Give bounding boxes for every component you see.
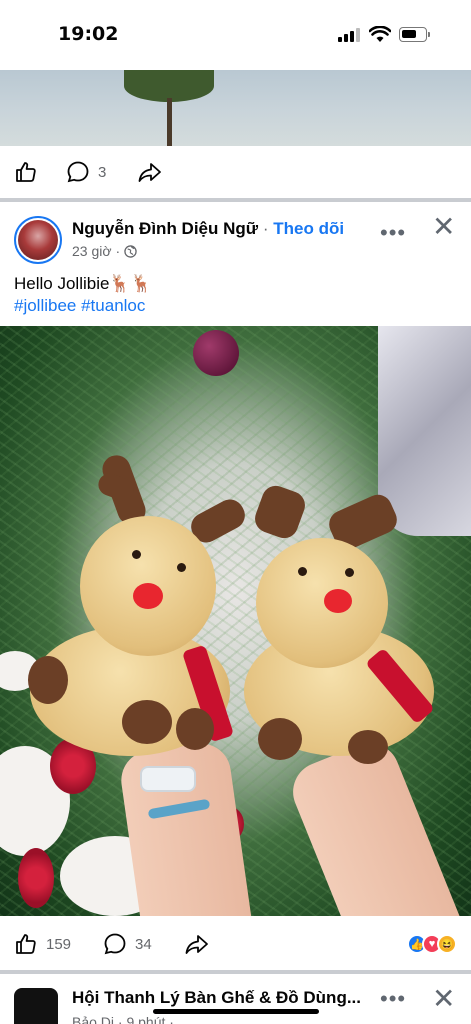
previous-post-actions: 3	[0, 146, 471, 198]
thumbs-up-icon	[16, 934, 36, 954]
like-count: 159	[46, 935, 72, 953]
comment-icon	[67, 161, 89, 183]
cellular-signal-icon	[338, 28, 360, 42]
status-bar: 19:02	[0, 0, 471, 70]
battery-icon	[399, 27, 430, 42]
more-options-icon[interactable]: •••	[380, 986, 406, 1012]
share-button[interactable]	[184, 932, 210, 956]
post-caption: Hello Jollibie🦌🦌	[14, 274, 152, 293]
red-berries	[18, 848, 54, 908]
share-icon	[138, 163, 161, 182]
ornament	[193, 330, 239, 376]
page-avatar[interactable]	[14, 988, 58, 1024]
close-icon[interactable]: ✕	[432, 982, 455, 1015]
watch	[140, 766, 196, 792]
comment-button[interactable]: 3	[66, 160, 106, 184]
more-options-icon[interactable]: •••	[380, 220, 406, 246]
reaction-summary[interactable]: 👍 ♥ 😆	[407, 934, 457, 954]
comment-count: 34	[135, 935, 152, 953]
globe-icon	[124, 244, 137, 258]
close-icon[interactable]: ✕	[432, 210, 455, 243]
post-actions: 159 34 👍 ♥ 😆	[0, 918, 471, 970]
post-separator	[0, 198, 471, 202]
comment-count: 3	[98, 163, 107, 181]
share-icon	[185, 935, 208, 954]
thumbs-up-icon	[16, 162, 36, 182]
follow-button[interactable]: Theo dõi	[273, 219, 344, 238]
page-name[interactable]: Hội Thanh Lý Bàn Ghế & Đồ Dùng...	[72, 988, 361, 1008]
post-meta: 23 giờ ·	[72, 243, 137, 259]
author-name[interactable]: Nguyễn Đình Diệu Ngữ	[72, 219, 258, 238]
silver-gift	[378, 326, 471, 536]
post-photo[interactable]	[0, 326, 471, 916]
previous-post-image[interactable]	[0, 70, 471, 146]
like-button[interactable]: 159	[14, 932, 71, 956]
next-post-header: Hội Thanh Lý Bàn Ghế & Đồ Dùng... Bảo Di…	[0, 974, 471, 1024]
next-post-meta: Bảo Di · 9 phút ·	[72, 1014, 174, 1024]
post-time[interactable]: 23 giờ	[72, 243, 112, 259]
home-indicator[interactable]	[153, 1009, 319, 1014]
post-hashtags[interactable]: #jollibee #tuanloc	[14, 296, 145, 316]
haha-reaction-icon: 😆	[437, 934, 457, 954]
share-button[interactable]	[137, 160, 163, 184]
author-avatar[interactable]	[14, 216, 62, 264]
status-time: 19:02	[58, 23, 119, 45]
post-author-line: Nguyễn Đình Diệu Ngữ · Theo dõi	[72, 219, 345, 238]
like-button[interactable]	[14, 160, 38, 184]
wifi-icon	[369, 26, 391, 42]
comment-icon	[104, 933, 126, 955]
comment-button[interactable]: 34	[103, 932, 152, 956]
